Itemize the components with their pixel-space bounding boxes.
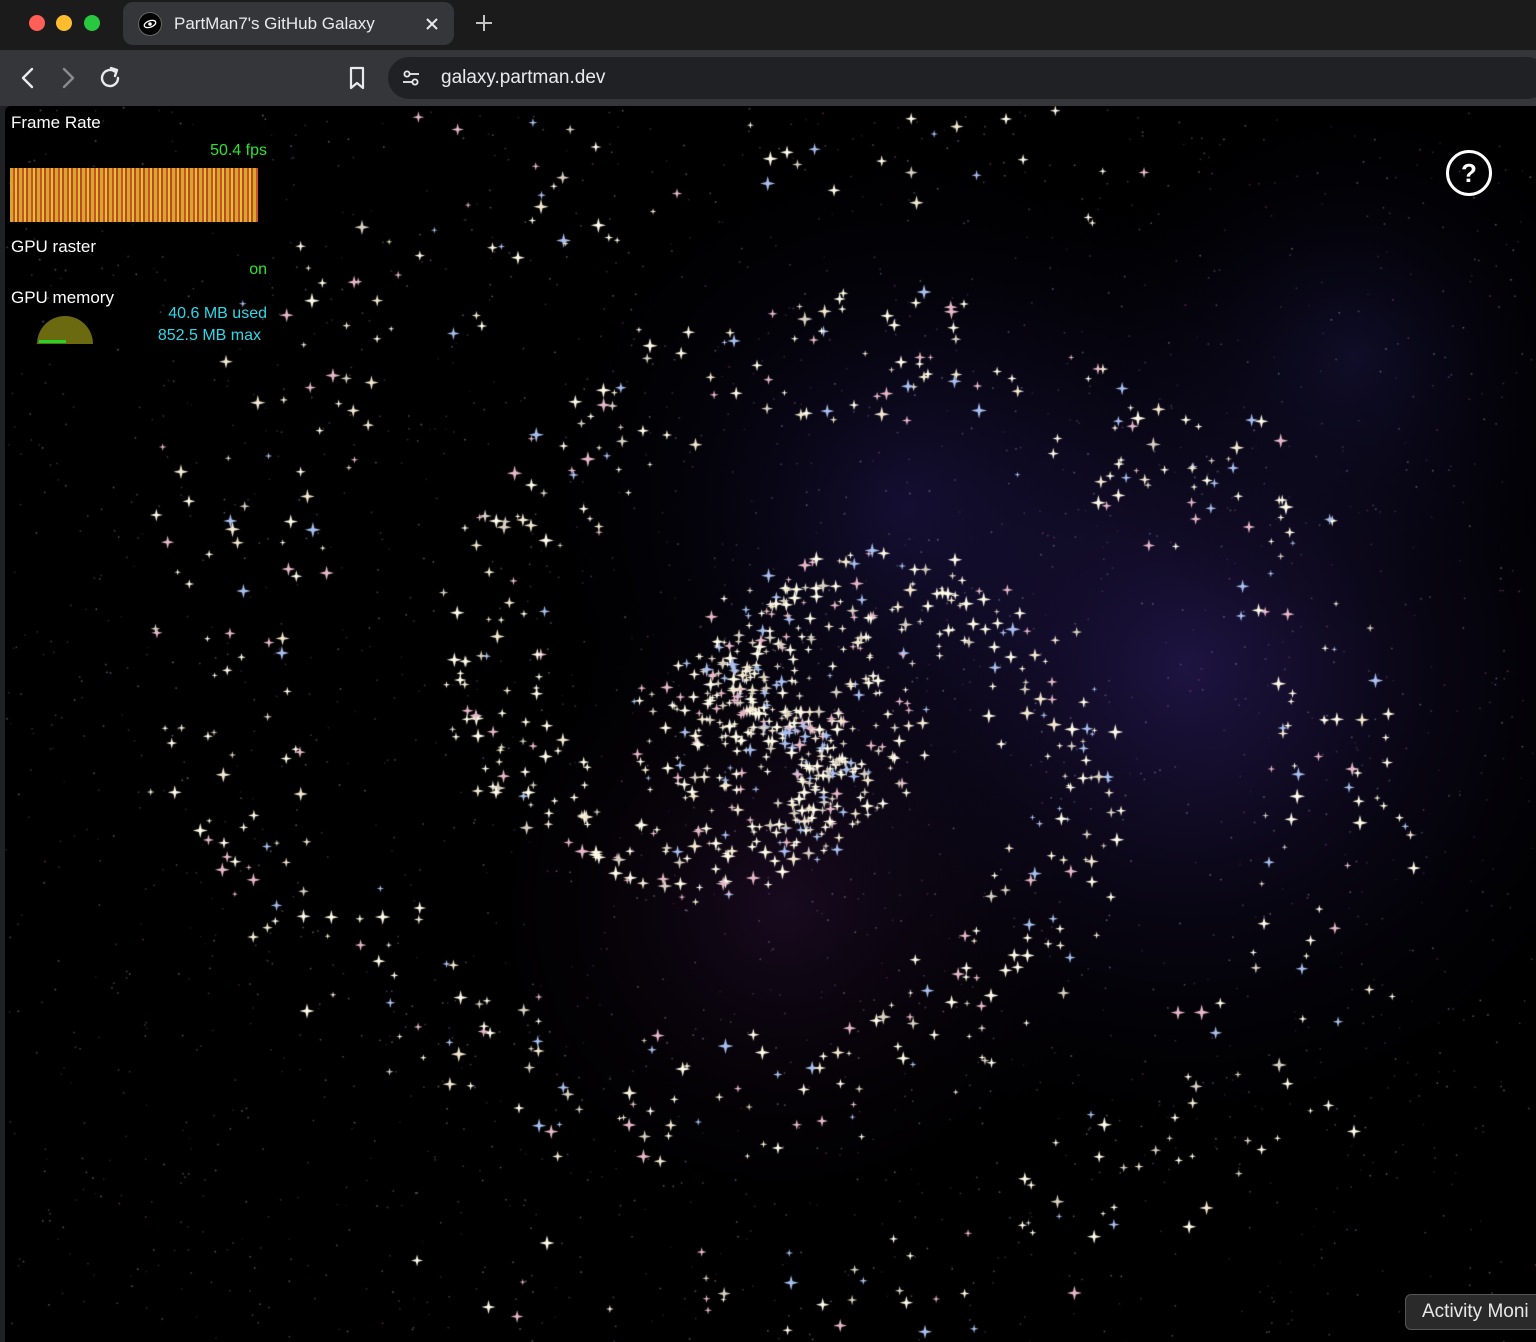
frame-rate-value: 50.4 fps [210, 142, 267, 159]
galaxy-viewport[interactable]: Frame Rate 50.4 fps GPU raster on GPU me… [5, 106, 1536, 1342]
frame-rate-graph [10, 168, 258, 222]
minimize-window-button[interactable] [56, 15, 72, 31]
address-bar[interactable]: galaxy.partman.dev [388, 57, 1536, 99]
plus-icon[interactable] [470, 9, 498, 37]
close-icon[interactable] [418, 10, 446, 38]
maximize-window-button[interactable] [84, 15, 100, 31]
arrow-left-icon[interactable] [12, 62, 44, 94]
browser-toolbar: galaxy.partman.dev [0, 50, 1536, 106]
reload-icon[interactable] [94, 62, 126, 94]
tab-strip: PartMan7's GitHub Galaxy [0, 0, 1536, 50]
galaxy-canvas[interactable] [5, 106, 1536, 1342]
active-tab[interactable]: PartMan7's GitHub Galaxy [123, 2, 454, 45]
gpu-memory-max: 852.5 MB max [157, 327, 261, 344]
galaxy-spiral-icon [138, 11, 162, 36]
gauge-needle [39, 340, 66, 343]
arrow-right-icon[interactable] [52, 62, 84, 94]
activity-monitor-tooltip: Activity Moni [1405, 1294, 1536, 1330]
close-window-button[interactable] [29, 15, 45, 31]
help-button[interactable]: ? [1446, 150, 1492, 196]
frame-rate-label: Frame Rate [11, 113, 101, 132]
tab-title: PartMan7's GitHub Galaxy [174, 13, 375, 33]
browser-window: PartMan7's GitHub Galaxy galaxy.partman.… [0, 0, 1536, 1342]
gpu-memory-used: 40.6 MB used [168, 305, 267, 322]
gpu-memory-label: GPU memory [11, 288, 114, 307]
url-text[interactable]: galaxy.partman.dev [441, 67, 605, 89]
bookmark-icon[interactable] [341, 62, 373, 94]
tune-sliders-icon[interactable] [400, 67, 422, 89]
gpu-raster-label: GPU raster [11, 237, 97, 256]
gpu-raster-value: on [249, 261, 267, 278]
